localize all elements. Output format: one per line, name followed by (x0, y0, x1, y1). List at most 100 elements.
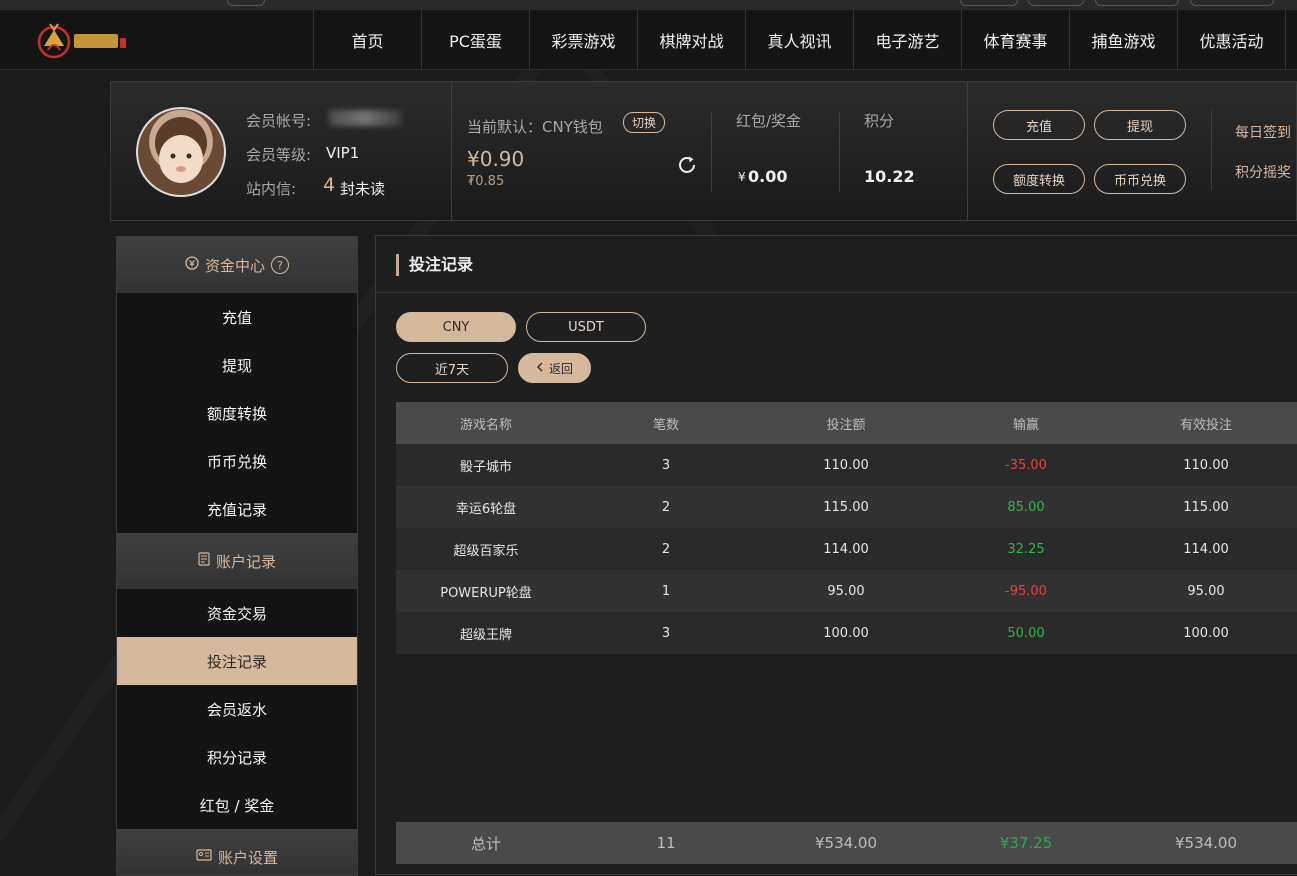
account-label: 会员帐号: (246, 112, 312, 130)
period-select[interactable]: 近7天 (396, 353, 508, 383)
nav-fishing[interactable]: 捕鱼游戏 (1069, 10, 1177, 69)
sidebar-item-bet-records[interactable]: 投注记录 (117, 637, 357, 685)
cell-count: 3 (661, 457, 671, 473)
cell-bet: 115.00 (823, 499, 869, 515)
avatar (136, 107, 226, 197)
message-label: 站内信: (246, 180, 297, 198)
total-bet: ¥534.00 (814, 834, 878, 852)
table-header: 游戏名称 笔数 投注额 输赢 有效投注 (396, 402, 1297, 444)
divider (376, 292, 1297, 293)
sidebar-item-rebate[interactable]: 会员返水 (117, 685, 357, 733)
cell-bet: 110.00 (823, 457, 869, 473)
top-strip-pill (1190, 0, 1274, 6)
cell-game-name: 幸运6轮盘 (455, 501, 517, 517)
cell-win: -95.00 (1005, 583, 1047, 599)
sidebar-section-funds-label: 资金中心 (204, 256, 265, 275)
exchange-button[interactable]: 币币兑换 (1094, 164, 1186, 194)
help-icon[interactable]: ? (271, 256, 289, 274)
points-value: 10.22 (864, 167, 915, 186)
wallet-balance-usdt: ₮0.85 (467, 174, 505, 189)
sidebar-item-deposit[interactable]: 充值 (117, 293, 357, 341)
sidebar-item-withdraw[interactable]: 提现 (117, 341, 357, 389)
nav-slots[interactable]: 电子游艺 (853, 10, 961, 69)
bonus-value: 0.00 (748, 167, 788, 186)
column-header-count: 笔数 (652, 417, 679, 433)
points-label: 积分 (864, 112, 895, 130)
cell-count: 3 (661, 625, 671, 641)
sidebar: 资金中心 ? 充值 提现 额度转换 币币兑换 充值记录 账户记录 资金交易 投注… (116, 236, 358, 876)
points-lottery-link[interactable]: 积分摇奖 (1235, 162, 1291, 182)
currency-tab-cny[interactable]: CNY (396, 312, 516, 342)
nav-chess-cards[interactable]: 棋牌对战 (637, 10, 745, 69)
account-value-masked (329, 110, 401, 126)
cell-game-name: 超级王牌 (459, 627, 512, 643)
user-panel: 会员帐号: 会员等级: VIP1 站内信: 4 封未读 当前默认：CNY钱包 切… (110, 81, 1297, 221)
bet-records-panel: 投注记录 CNY USDT 近7天 返回 游戏名称 笔数 投注额 输赢 有效投注… (375, 235, 1297, 875)
document-icon (198, 552, 210, 570)
cell-count: 1 (661, 583, 671, 599)
nav-live-casino[interactable]: 真人视讯 (745, 10, 853, 69)
sidebar-section-settings-label: 账户设置 (217, 849, 278, 867)
total-win: ¥37.25 (999, 834, 1053, 852)
divider (451, 82, 452, 220)
site-logo[interactable] (36, 20, 136, 60)
level-label: 会员等级: (246, 146, 312, 164)
column-header-valid: 有效投注 (1179, 417, 1232, 433)
message-count[interactable]: 4 (323, 174, 335, 196)
chevron-left-icon (536, 361, 543, 375)
nav-home[interactable]: 首页 (313, 10, 421, 69)
top-strip-pill (1095, 0, 1179, 6)
deposit-button[interactable]: 充值 (993, 110, 1085, 140)
withdraw-button[interactable]: 提现 (1094, 110, 1186, 140)
daily-sign-link[interactable]: 每日签到 (1235, 122, 1291, 142)
cell-valid: 115.00 (1183, 499, 1229, 515)
cell-valid: 114.00 (1183, 541, 1229, 557)
bonus-currency: ¥ (738, 170, 746, 184)
sidebar-item-transactions[interactable]: 资金交易 (117, 589, 357, 637)
cell-win: 85.00 (1007, 499, 1045, 515)
sidebar-section-records-label: 账户记录 (215, 552, 276, 571)
wallet-default-label: 当前默认：CNY钱包 (467, 118, 603, 136)
column-header-game: 游戏名称 (459, 417, 512, 433)
logo-mark (37, 23, 126, 59)
table-total-row: 总计 11 ¥534.00 ¥37.25 ¥534.00 (396, 822, 1297, 864)
cell-bet: 114.00 (823, 541, 869, 557)
table-row: 幸运6轮盘 2 115.00 85.00 115.00 (396, 486, 1297, 528)
table-row: 骰子城市 3 110.00 -35.00 110.00 (396, 444, 1297, 486)
bonus-label: 红包/奖金 (736, 112, 802, 130)
level-value: VIP1 (326, 144, 360, 162)
divider (1211, 110, 1212, 190)
transfer-button[interactable]: 额度转换 (993, 164, 1085, 194)
id-card-icon (196, 847, 212, 865)
sidebar-item-bonus[interactable]: 红包 / 奖金 (117, 781, 357, 829)
message-unit: 封未读 (340, 180, 386, 198)
cell-win: -35.00 (1005, 457, 1047, 473)
sidebar-section-settings: 账户设置 (117, 829, 357, 875)
main-nav: 首页 PC蛋蛋 彩票游戏 棋牌对战 真人视讯 电子游艺 体育赛事 捕鱼游戏 优惠… (313, 10, 1286, 69)
cell-valid: 110.00 (1183, 457, 1229, 473)
cell-bet: 95.00 (827, 583, 865, 599)
wallet-balance: ¥0.90 (467, 147, 525, 171)
total-label: 总计 (470, 834, 501, 853)
nav-promotions[interactable]: 优惠活动 (1177, 10, 1286, 69)
sidebar-item-transfer[interactable]: 额度转换 (117, 389, 357, 437)
cell-game-name: 骰子城市 (459, 459, 512, 475)
currency-tab-usdt[interactable]: USDT (526, 312, 646, 342)
nav-pc-egg[interactable]: PC蛋蛋 (421, 10, 529, 69)
sidebar-item-exchange[interactable]: 币币兑换 (117, 437, 357, 485)
wallet-switch-button[interactable]: 切换 (623, 112, 665, 133)
sidebar-item-deposit-records[interactable]: 充值记录 (117, 485, 357, 533)
sidebar-item-points-records[interactable]: 积分记录 (117, 733, 357, 781)
nav-lottery[interactable]: 彩票游戏 (529, 10, 637, 69)
top-strip-pill (1028, 0, 1084, 6)
refresh-icon[interactable] (676, 154, 698, 176)
avatar-image (155, 117, 207, 183)
table-row: 超级百家乐 2 114.00 32.25 114.00 (396, 528, 1297, 570)
cell-valid: 100.00 (1183, 625, 1229, 641)
cell-valid: 95.00 (1187, 583, 1225, 599)
cell-game-name: POWERUP轮盘 (440, 585, 532, 601)
cell-count: 2 (661, 499, 671, 515)
nav-sports[interactable]: 体育赛事 (961, 10, 1069, 69)
top-strip (0, 0, 1297, 10)
back-button[interactable]: 返回 (518, 353, 591, 383)
